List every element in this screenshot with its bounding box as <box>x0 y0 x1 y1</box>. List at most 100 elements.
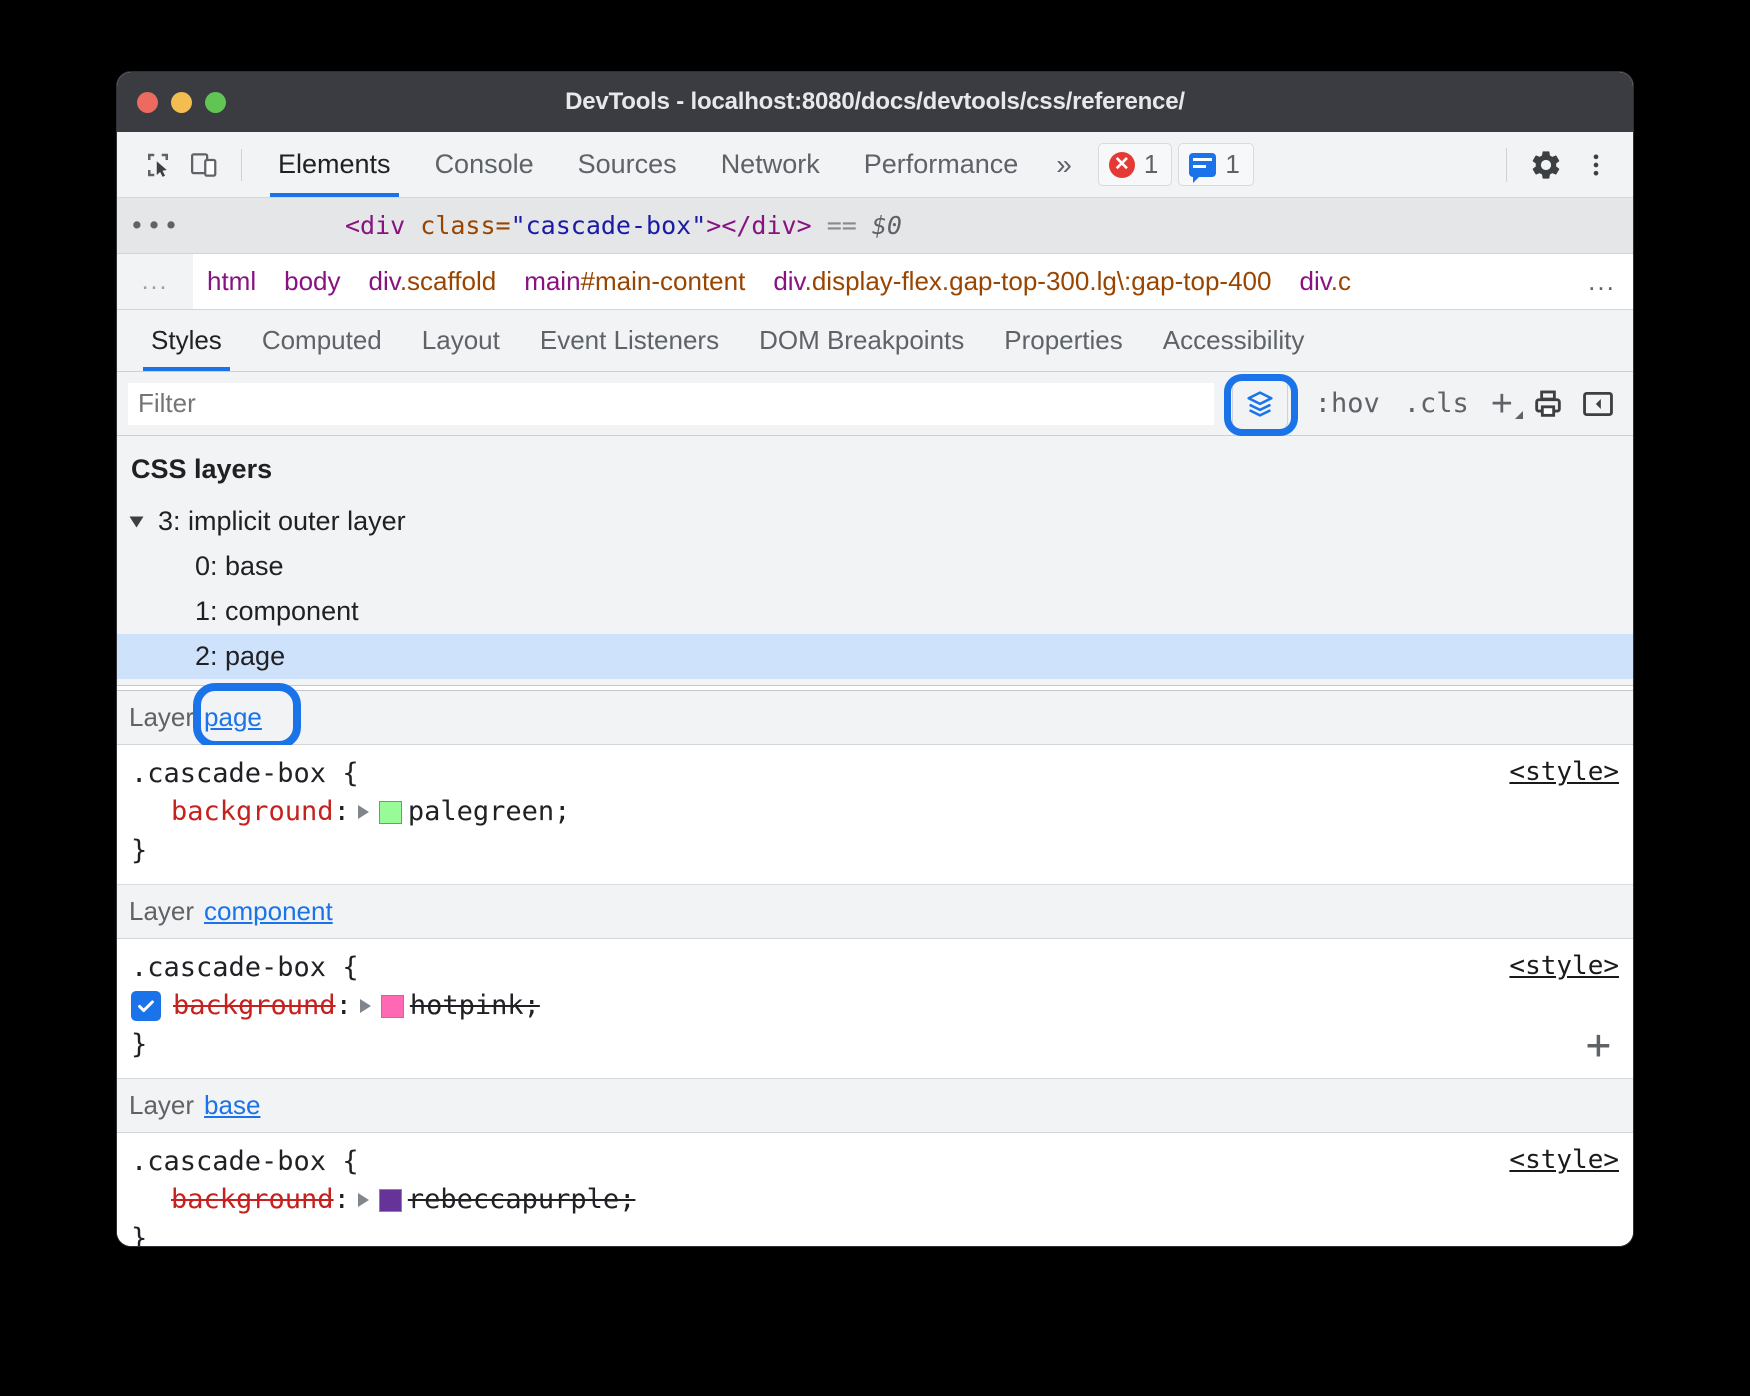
layer-bar-page: Layer page <box>117 691 1633 745</box>
declaration-enabled-checkbox[interactable] <box>131 991 161 1021</box>
tab-elements[interactable]: Elements <box>256 132 413 197</box>
layer-link-base[interactable]: base <box>204 1090 260 1121</box>
breadcrumb-overflow-left[interactable]: ... <box>117 254 193 309</box>
devtools-toolbar: Elements Console Sources Network Perform… <box>117 132 1633 198</box>
sidebar-tabs: Styles Computed Layout Event Listeners D… <box>117 310 1633 372</box>
breadcrumb-item-div-c[interactable]: div.c <box>1285 266 1365 297</box>
declaration-value[interactable]: palegreen; <box>408 793 571 831</box>
tab-event-listeners[interactable]: Event Listeners <box>520 310 739 371</box>
tab-sources[interactable]: Sources <box>556 132 699 197</box>
filter-input[interactable] <box>127 382 1215 426</box>
more-tabs-chevron-icon[interactable]: » <box>1040 149 1088 181</box>
expand-shorthand-icon[interactable] <box>358 805 369 819</box>
tab-properties[interactable]: Properties <box>984 310 1143 371</box>
rule-source-link[interactable]: <style> <box>1509 1145 1619 1175</box>
declaration-property[interactable]: background <box>171 1181 334 1219</box>
breadcrumb-tag: div <box>369 266 400 296</box>
close-window-button[interactable] <box>137 92 158 113</box>
css-layers-tree: 3: implicit outer layer 0: base 1: compo… <box>117 499 1633 685</box>
breadcrumb-tag: main <box>524 266 580 296</box>
tab-styles[interactable]: Styles <box>131 310 242 371</box>
layer-link-component[interactable]: component <box>204 896 333 927</box>
layer-tree-item-base[interactable]: 0: base <box>117 544 1633 589</box>
declaration-property[interactable]: background <box>171 793 334 831</box>
breadcrumb-item-html[interactable]: html <box>193 266 270 297</box>
toggle-class-editor-button[interactable]: .cls <box>1394 388 1479 419</box>
tab-dom-breakpoints[interactable]: DOM Breakpoints <box>739 310 984 371</box>
rule-source-link[interactable]: <style> <box>1509 951 1619 981</box>
toggle-element-state-button[interactable]: :hov <box>1305 388 1390 419</box>
breadcrumb-selector: .scaffold <box>400 266 496 296</box>
tab-accessibility[interactable]: Accessibility <box>1143 310 1325 371</box>
layer-link-page[interactable]: page <box>204 702 262 733</box>
breadcrumb-item-display-flex[interactable]: div.display-flex.gap-top-300.lg\:gap-top… <box>759 266 1285 297</box>
rule-selector-text: .cascade-box { <box>131 949 359 987</box>
panel-tabs: Elements Console Sources Network Perform… <box>256 132 1040 197</box>
declaration-background[interactable]: background: palegreen; <box>117 793 1633 831</box>
device-toolbar-icon[interactable] <box>181 142 227 188</box>
kebab-menu-icon[interactable] <box>1573 142 1619 188</box>
layer-prefix-label: Layer <box>129 702 194 733</box>
expand-shorthand-icon[interactable] <box>358 1193 369 1207</box>
breadcrumb-tag: body <box>284 266 340 296</box>
layer-tree-item-component[interactable]: 1: component <box>117 589 1633 634</box>
minimize-window-button[interactable] <box>171 92 192 113</box>
color-swatch[interactable] <box>381 995 404 1018</box>
color-swatch[interactable] <box>379 801 402 824</box>
breadcrumb-item-div-scaffold[interactable]: div.scaffold <box>355 266 511 297</box>
declaration-background[interactable]: background: rebeccapurple; <box>117 1181 1633 1219</box>
layer-tree-item-page[interactable]: 2: page <box>117 634 1633 679</box>
css-layers-icon[interactable] <box>1232 378 1288 430</box>
color-swatch[interactable] <box>379 1189 402 1212</box>
layer-bar-base: Layer base <box>117 1079 1633 1133</box>
new-style-rule-button[interactable]: + <box>1483 385 1521 423</box>
dom-equals: == <box>827 211 857 240</box>
dom-row-ellipsis: ••• <box>117 211 193 240</box>
toolbar-divider-2 <box>1506 148 1507 182</box>
add-declaration-button[interactable]: + <box>1586 1024 1611 1066</box>
expand-shorthand-icon[interactable] <box>360 999 371 1013</box>
declaration-property[interactable]: background <box>173 987 336 1025</box>
tab-computed[interactable]: Computed <box>242 310 402 371</box>
inspect-cursor-icon[interactable] <box>135 142 181 188</box>
css-rule-page: <style> .cascade-box { background: paleg… <box>117 745 1633 885</box>
rule-source-link[interactable]: <style> <box>1509 757 1619 787</box>
zoom-window-button[interactable] <box>205 92 226 113</box>
rule-close-brace: } <box>117 1026 1633 1064</box>
rule-selector[interactable]: .cascade-box { <box>117 949 1633 987</box>
tab-layout[interactable]: Layout <box>402 310 520 371</box>
error-count-badge[interactable]: ✕ 1 <box>1098 143 1172 186</box>
gear-icon[interactable] <box>1523 142 1569 188</box>
message-count-badge[interactable]: 1 <box>1178 143 1253 186</box>
css-layers-header: CSS layers <box>117 436 1633 499</box>
rule-selector[interactable]: .cascade-box { <box>117 755 1633 793</box>
tab-console[interactable]: Console <box>413 132 556 197</box>
issue-badges: ✕ 1 1 <box>1098 143 1254 186</box>
breadcrumb-item-main-content[interactable]: main#main-content <box>510 266 759 297</box>
declaration-colon: : <box>334 1181 350 1219</box>
breadcrumb-tag: html <box>207 266 256 296</box>
tab-performance[interactable]: Performance <box>842 132 1041 197</box>
dom-gt: > <box>706 211 721 240</box>
css-layers-toggle-wrap <box>1219 374 1301 434</box>
declaration-background[interactable]: background: hotpink; <box>117 987 1633 1025</box>
tab-network[interactable]: Network <box>699 132 842 197</box>
declaration-value[interactable]: rebeccapurple; <box>408 1181 636 1219</box>
breadcrumb: ... html body div.scaffold main#main-con… <box>117 254 1633 310</box>
declaration-value[interactable]: hotpink; <box>410 987 540 1025</box>
print-styles-icon[interactable] <box>1525 381 1571 427</box>
dom-attr-name: class= <box>420 211 510 240</box>
chevron-down-icon[interactable] <box>130 516 144 527</box>
layer-tree-item-implicit-outer[interactable]: 3: implicit outer layer <box>117 499 1633 544</box>
rule-close-brace-text: } <box>131 1220 147 1246</box>
breadcrumb-overflow-right[interactable]: ... <box>1571 254 1633 309</box>
dom-selected-node-row[interactable]: ••• <div class="cascade-box"></div> == $… <box>117 198 1633 254</box>
rule-selector-text: .cascade-box { <box>131 1143 359 1181</box>
message-count-label: 1 <box>1225 149 1239 180</box>
rule-selector-text: .cascade-box { <box>131 755 359 793</box>
toggle-sidebar-icon[interactable] <box>1575 381 1621 427</box>
breadcrumb-item-body[interactable]: body <box>270 266 354 297</box>
message-icon <box>1189 153 1216 177</box>
rule-selector[interactable]: .cascade-box { <box>117 1143 1633 1181</box>
window-title: DevTools - localhost:8080/docs/devtools/… <box>117 88 1633 116</box>
